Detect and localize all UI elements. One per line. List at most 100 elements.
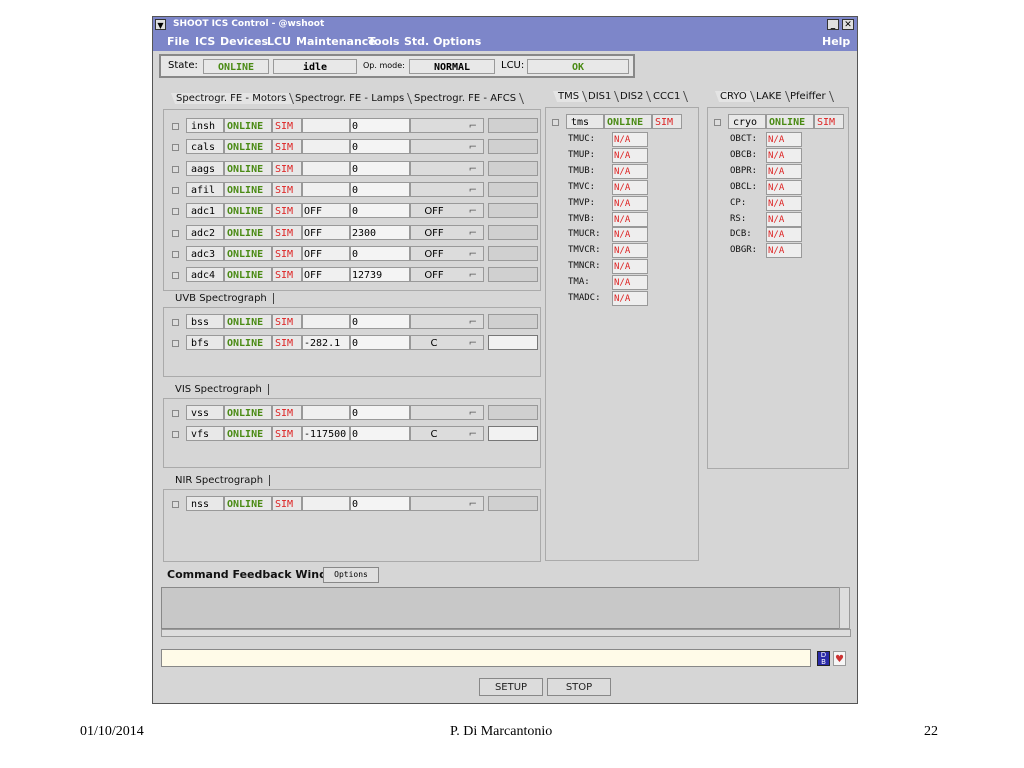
device-dropdown[interactable]: OFF ⌐	[410, 203, 484, 219]
command-input[interactable]	[161, 649, 811, 667]
tms-checkbox[interactable]	[552, 119, 559, 126]
tab-lamps[interactable]: Spectrogr. FE - Lamps	[290, 93, 413, 104]
dropdown-arrow-icon: ⌐	[468, 227, 477, 239]
device-value-1	[302, 160, 350, 176]
menu-lcu[interactable]: LCU	[267, 35, 291, 48]
device-extra-field[interactable]	[488, 496, 538, 511]
device-extra-field[interactable]	[488, 267, 538, 283]
device-dropdown[interactable]: ⌐	[410, 118, 484, 133]
device-extra-field[interactable]	[488, 405, 538, 420]
close-icon[interactable]: ✕	[842, 19, 854, 30]
device-checkbox[interactable]	[172, 186, 179, 194]
tab-afcs[interactable]: Spectrogr. FE - AFCS	[408, 93, 524, 104]
device-value-2[interactable]: 0	[350, 335, 410, 350]
menu-devices[interactable]: Devices	[220, 35, 268, 48]
window-menu-icon[interactable]: ▼	[155, 19, 166, 30]
device-checkbox[interactable]	[172, 431, 179, 438]
menu-tools[interactable]: Tools	[368, 35, 399, 48]
menu-file[interactable]: File	[167, 35, 190, 48]
device-extra-field[interactable]	[488, 426, 538, 441]
readout-row: TMVC: N/A	[568, 179, 668, 196]
stop-button[interactable]: STOP	[547, 678, 611, 696]
device-value-2[interactable]: 0	[350, 118, 410, 133]
device-extra-field[interactable]	[488, 181, 538, 197]
device-value-2[interactable]: 0	[350, 245, 410, 261]
title-bar[interactable]: ▼ SHOOT ICS Control - @wshoot _ ✕	[153, 17, 857, 33]
heart-icon[interactable]: ♥	[833, 651, 846, 666]
device-extra-field[interactable]	[488, 335, 538, 350]
device-dropdown[interactable]: OFF ⌐	[410, 224, 484, 240]
device-dropdown[interactable]: ⌐	[410, 181, 484, 197]
device-value-1: OFF	[302, 245, 350, 261]
device-checkbox[interactable]	[172, 229, 179, 237]
state-bar: State: ONLINE idle Op. mode: NORMAL LCU:…	[159, 54, 635, 78]
feedback-horizontal-scrollbar[interactable]	[161, 629, 851, 637]
tab-pfeiffer[interactable]: Pfeiffer	[785, 91, 834, 102]
device-extra-field[interactable]	[488, 203, 538, 219]
nir-title: NIR Spectrograph	[175, 475, 271, 486]
device-dropdown[interactable]: OFF ⌐	[410, 245, 484, 261]
device-value-2[interactable]: 2300	[350, 224, 410, 240]
readout-value: N/A	[612, 179, 648, 195]
device-dropdown[interactable]: ⌐	[410, 405, 484, 420]
feedback-text-area[interactable]	[161, 587, 847, 629]
device-value-2[interactable]: 0	[350, 405, 410, 420]
device-checkbox[interactable]	[172, 165, 179, 173]
device-checkbox[interactable]	[172, 340, 179, 347]
device-checkbox[interactable]	[172, 144, 179, 152]
device-dropdown[interactable]: ⌐	[410, 139, 484, 155]
feedback-vertical-scrollbar[interactable]	[839, 587, 850, 629]
device-extra-field[interactable]	[488, 160, 538, 176]
cryo-checkbox[interactable]	[714, 119, 721, 126]
dropdown-arrow-icon: ⌐	[468, 408, 477, 419]
device-status: ONLINE	[766, 114, 814, 129]
device-checkbox[interactable]	[172, 410, 179, 417]
feedback-title: Command Feedback Window	[167, 568, 345, 581]
setup-button[interactable]: SETUP	[479, 678, 543, 696]
device-checkbox[interactable]	[172, 208, 179, 216]
tab-motors[interactable]: Spectrogr. FE - Motors	[170, 93, 295, 104]
minimize-icon[interactable]: _	[827, 19, 839, 30]
tab-lake[interactable]: LAKE	[750, 91, 790, 102]
tab-cryo[interactable]: CRYO	[714, 91, 755, 102]
device-value-2[interactable]: 0	[350, 496, 410, 511]
device-extra-field[interactable]	[488, 245, 538, 261]
device-extra-field[interactable]	[488, 314, 538, 329]
tab-dis1[interactable]: DIS1	[583, 91, 620, 102]
device-value-1	[302, 139, 350, 155]
tab-dis2[interactable]: DIS2	[615, 91, 652, 102]
device-dropdown[interactable]: ⌐	[410, 314, 484, 329]
device-extra-field[interactable]	[488, 139, 538, 155]
db-icon[interactable]: D B	[817, 651, 830, 666]
device-checkbox[interactable]	[172, 250, 179, 258]
device-checkbox[interactable]	[172, 319, 179, 326]
tab-tms[interactable]: TMS	[552, 91, 588, 102]
device-name: insh	[186, 118, 224, 133]
device-extra-field[interactable]	[488, 224, 538, 240]
device-dropdown[interactable]: C ⌐	[410, 426, 484, 441]
tab-ccc1[interactable]: CCC1	[647, 91, 689, 102]
device-value-2[interactable]: 0	[350, 181, 410, 197]
device-value-2[interactable]: 0	[350, 426, 410, 441]
device-value-2[interactable]: 0	[350, 139, 410, 155]
menu-std-options[interactable]: Std. Options	[404, 35, 481, 48]
device-checkbox[interactable]	[172, 123, 179, 130]
device-dropdown[interactable]: ⌐	[410, 496, 484, 511]
device-value-2[interactable]: 12739	[350, 267, 410, 283]
device-dropdown[interactable]: C ⌐	[410, 335, 484, 350]
device-value-2[interactable]: 0	[350, 203, 410, 219]
device-dropdown[interactable]: ⌐	[410, 160, 484, 176]
device-value-2[interactable]: 0	[350, 160, 410, 176]
menu-ics[interactable]: ICS	[195, 35, 215, 48]
device-value-1	[302, 118, 350, 133]
device-checkbox[interactable]	[172, 272, 179, 280]
device-extra-field[interactable]	[488, 118, 538, 133]
device-name: nss	[186, 496, 224, 511]
feedback-options-button[interactable]: Options	[323, 567, 379, 583]
menu-maintenance[interactable]: Maintenance	[296, 35, 376, 48]
device-value-2[interactable]: 0	[350, 314, 410, 329]
menu-help[interactable]: Help	[822, 35, 850, 48]
device-value-1: -282.1	[302, 335, 350, 350]
device-dropdown[interactable]: OFF ⌐	[410, 267, 484, 283]
device-checkbox[interactable]	[172, 501, 179, 508]
